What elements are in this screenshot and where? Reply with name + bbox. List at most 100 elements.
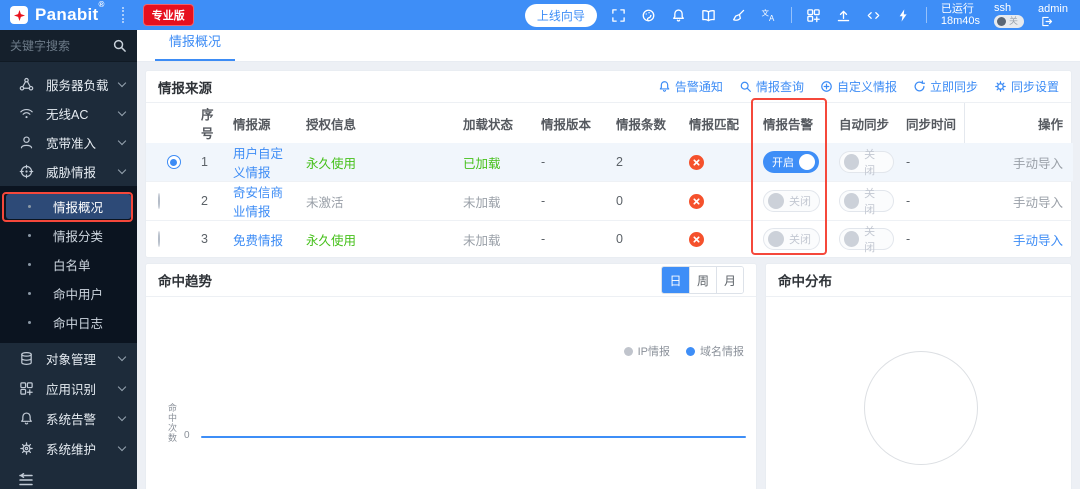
sidebar-item-wireless-ac[interactable]: 无线AC <box>0 99 137 128</box>
ssh-toggle-state: 关 <box>1009 16 1019 26</box>
notifications-icon[interactable] <box>671 7 687 23</box>
row-radio[interactable] <box>158 193 160 209</box>
sidebar-item-label: 应用识别 <box>46 382 97 397</box>
load-status: 已加载 <box>451 143 529 182</box>
toggle-knob <box>844 193 860 209</box>
source-link[interactable]: 用户自定义情报 <box>233 147 283 180</box>
sidebar-item-broadband-access[interactable]: 宽带准入 <box>0 128 137 157</box>
source-link[interactable]: 奇安信商业情报 <box>233 186 283 219</box>
apps-grid-icon[interactable] <box>806 7 822 23</box>
svg-text:A: A <box>769 14 775 23</box>
runtime-value: 18m40s <box>940 15 981 27</box>
sidebar-collapse-button[interactable] <box>0 465 137 489</box>
intel-query-link[interactable]: 情报查询 <box>739 78 804 95</box>
alarm-notify-link[interactable]: 告警通知 <box>658 78 723 95</box>
range-segmented-control: 日 周 月 <box>661 266 744 294</box>
auth-info: 永久使用 <box>294 220 451 258</box>
sync-settings-link[interactable]: 同步设置 <box>994 78 1059 95</box>
sidebar-subitem-hit-logs[interactable]: 命中日志 <box>0 308 137 337</box>
trend-panel-header: 命中趋势 日 周 月 <box>146 264 756 297</box>
table-row: 2 奇安信商业情报 未激活 未加载 - 0 关闭 关闭 - 手动导入 <box>146 181 1073 221</box>
col-sync-time: 同步时间 <box>906 117 957 132</box>
dist-panel-title: 命中分布 <box>778 274 832 289</box>
range-week-button[interactable]: 周 <box>689 267 716 293</box>
main-area: 情报概况 情报来源 告警通知 情报查询 自定义情报 立即同步 同步设置 序号 情… <box>137 30 1080 489</box>
sidebar-nav: 服务器负载 无线AC 宽带准入 威胁情报 情报概况 情报分类 白名单 命中用户 … <box>0 62 137 489</box>
sidebar-item-server-load[interactable]: 服务器负载 <box>0 70 137 99</box>
app-identify-icon <box>18 380 34 396</box>
auto-sync-toggle[interactable]: 关闭 <box>839 149 894 177</box>
sidebar-subitem-label: 命中日志 <box>53 317 104 331</box>
intel-sources-table: 序号 情报源 授权信息 加载状态 情报版本 情报条数 情报匹配 情报告警 自动同… <box>146 103 1073 258</box>
docs-book-icon[interactable] <box>701 7 717 23</box>
sidebar-subitem-intel-overview[interactable]: 情报概况 <box>0 192 137 221</box>
quick-actions-lightning-icon[interactable] <box>896 7 912 23</box>
legend-item-domain-intel[interactable]: 域名情报 <box>686 343 744 359</box>
sidebar-subitem-whitelist[interactable]: 白名单 <box>0 250 137 279</box>
auto-sync-toggle[interactable]: 关闭 <box>839 188 894 216</box>
registered-mark: ® <box>98 0 105 9</box>
range-day-button[interactable]: 日 <box>662 267 689 293</box>
load-balance-icon <box>18 77 34 93</box>
search-input[interactable] <box>10 38 112 53</box>
tab-intel-overview[interactable]: 情报概况 <box>155 31 236 61</box>
bullet-icon <box>28 321 31 324</box>
alert-toggle[interactable]: 关闭 <box>763 228 820 251</box>
ssh-toggle[interactable]: 关 <box>994 15 1025 28</box>
sidebar-item-threat-intel[interactable]: 威胁情报 <box>0 157 137 186</box>
legend-dot <box>686 346 695 356</box>
online-wizard-button[interactable]: 上线向导 <box>524 3 597 27</box>
search-icon[interactable] <box>112 38 127 53</box>
cleanup-broom-icon[interactable] <box>731 7 747 23</box>
bullet-icon <box>28 205 31 208</box>
row-num: 2 <box>189 181 221 221</box>
toggle-knob <box>768 231 784 248</box>
chart-legend: IP情报 域名情报 <box>623 343 744 359</box>
intel-count: 0 <box>604 181 677 221</box>
alert-toggle[interactable]: 开启 <box>763 151 819 173</box>
main-content: 情报来源 告警通知 情报查询 自定义情报 立即同步 同步设置 序号 情报源 授权… <box>137 62 1080 489</box>
trend-chart: IP情报 域名情报 命中次数 0 12:0015:0018:0021:00Aug… <box>146 297 756 489</box>
operation-manual-import: 手动导入 <box>964 143 1073 182</box>
legend-item-ip-intel[interactable]: IP情报 <box>623 343 670 359</box>
toggle-knob <box>768 193 784 209</box>
auth-info: 未激活 <box>294 181 451 221</box>
system-alarm-icon <box>18 410 34 426</box>
sidebar-subitem-label: 白名单 <box>53 259 91 273</box>
translate-icon[interactable]: 文A <box>761 7 777 23</box>
upgrade-icon[interactable] <box>836 7 852 23</box>
sidebar-item-system-alarm[interactable]: 系统告警 <box>0 403 137 433</box>
sidebar-subitem-intel-category[interactable]: 情报分类 <box>0 221 137 250</box>
object-management-icon <box>18 350 34 366</box>
toggle-knob <box>844 231 860 248</box>
operation-manual-import: 手动导入 <box>964 181 1073 221</box>
col-num: 序号 <box>201 108 214 141</box>
fullscreen-icon[interactable] <box>611 7 627 23</box>
toggle-knob <box>799 154 815 170</box>
sync-time: - <box>894 220 964 258</box>
alert-toggle[interactable]: 关闭 <box>763 190 820 212</box>
source-link[interactable]: 免费情报 <box>233 234 283 248</box>
sidebar-item-app-identify[interactable]: 应用识别 <box>0 373 137 403</box>
cli-code-icon[interactable] <box>866 7 882 23</box>
col-operation: 操作 <box>963 103 1073 143</box>
theme-palette-icon[interactable] <box>641 7 657 23</box>
row-radio[interactable] <box>166 155 181 169</box>
toolbar-divider <box>925 7 927 23</box>
search-icon <box>740 81 751 92</box>
sidebar-item-system-maintenance[interactable]: 系统维护 <box>0 433 137 463</box>
sidebar-item-object-management[interactable]: 对象管理 <box>0 343 137 373</box>
col-auth: 授权信息 <box>306 117 357 132</box>
sync-now-link[interactable]: 立即同步 <box>913 78 978 95</box>
operation-manual-import-link[interactable]: 手动导入 <box>1013 234 1063 248</box>
sidebar-subitem-hit-users[interactable]: 命中用户 <box>0 279 137 308</box>
table-row: 1 用户自定义情报 永久使用 已加载 - 2 开启 关闭 - 手动导入 <box>146 143 1073 182</box>
custom-intel-link[interactable]: 自定义情报 <box>820 78 897 95</box>
col-count: 情报条数 <box>616 117 667 132</box>
logout-icon[interactable] <box>1038 15 1054 28</box>
match-error-icon <box>689 193 704 209</box>
auto-sync-toggle[interactable]: 关闭 <box>839 226 894 254</box>
range-month-button[interactable]: 月 <box>716 267 743 293</box>
row-radio[interactable] <box>158 231 160 248</box>
sources-actions: 告警通知 情报查询 自定义情报 立即同步 同步设置 <box>658 78 1059 95</box>
